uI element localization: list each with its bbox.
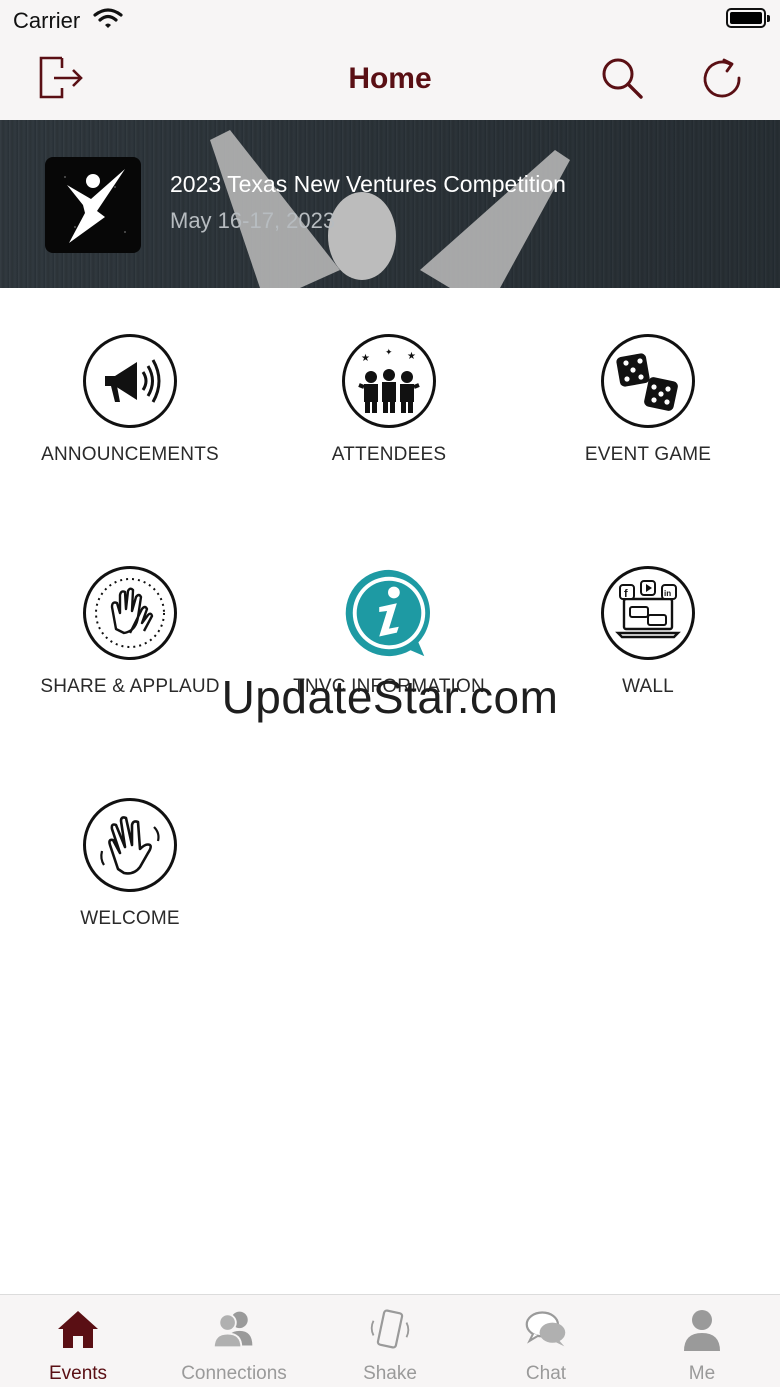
tab-chat[interactable]: Chat [468,1295,624,1387]
connections-icon [212,1307,256,1351]
info-icon [342,566,436,660]
watermark-text: UpdateStar.com [221,671,559,723]
waving-hand-icon [83,798,177,892]
svg-text:★: ★ [407,351,416,362]
svg-text:f: f [624,588,628,600]
page-title: Home [348,62,432,95]
event-date: May 16-17, 2023 [170,208,336,233]
battery-icon [726,8,770,28]
tab-label: Events [48,1363,108,1384]
megaphone-icon [83,334,177,428]
svg-text:★: ★ [361,353,370,364]
refresh-button[interactable] [696,54,748,106]
banner-figure-graphic [210,130,570,288]
grid-label: ATTENDEES [331,444,447,465]
clapping-hands-icon [83,566,177,660]
person-icon [680,1307,724,1351]
shake-phone-icon [368,1307,412,1351]
grid-item-welcome[interactable]: WELCOME [0,798,260,958]
svg-text:in: in [664,589,671,598]
dice-icon [601,334,695,428]
navigation-bar: Home [0,40,780,120]
refresh-icon [700,56,744,105]
event-logo [45,157,141,253]
tab-label: Me [688,1363,716,1384]
tab-connections[interactable]: Connections [156,1295,312,1387]
tab-shake[interactable]: Shake [312,1295,468,1387]
home-icon [56,1307,100,1351]
social-wall-icon: f in [601,566,695,660]
carrier-label: Carrier [13,8,81,33]
svg-text:✦: ✦ [385,347,393,357]
grid-item-event-game[interactable]: EVENT GAME [518,334,778,494]
tab-events[interactable]: Events [0,1295,156,1387]
search-button[interactable] [596,54,648,106]
tab-label: Connections [181,1363,287,1384]
wifi-icon [93,6,123,35]
tab-label: Chat [525,1363,567,1384]
tab-label: Shake [363,1363,417,1384]
search-icon [600,56,644,105]
event-banner[interactable]: 2023 Texas New Ventures Competition May … [0,120,780,288]
tab-bar: Events Connections Shake Chat Me [0,1294,780,1387]
people-celebrating-icon: ★ ★ ✦ [342,334,436,428]
grid-item-attendees[interactable]: ★ ★ ✦ ATTENDEES [259,334,519,494]
chat-icon [524,1307,568,1351]
grid-label: EVENT GAME [584,444,712,465]
grid-label: WELCOME [80,908,180,929]
event-title: 2023 Texas New Ventures Competition [170,171,566,197]
tab-me[interactable]: Me [624,1295,780,1387]
grid-item-announcements[interactable]: ANNOUNCEMENTS [0,334,260,494]
status-bar: Carrier [0,0,780,40]
grid-label: ANNOUNCEMENTS [41,444,219,465]
